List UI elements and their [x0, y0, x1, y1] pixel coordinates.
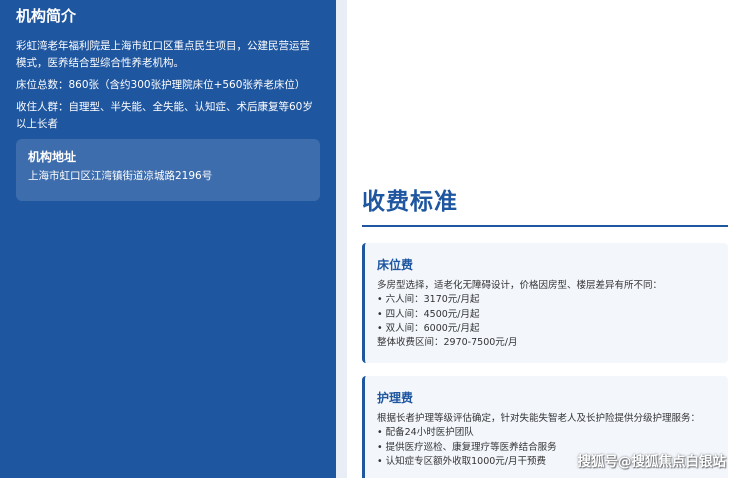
address-title: 机构地址: [28, 150, 77, 164]
fees-title-underline: [362, 225, 728, 227]
intro-title: 机构简介: [16, 7, 77, 25]
care-fee-title: 护理费: [377, 391, 414, 405]
panel-divider: [336, 0, 347, 478]
bed-fee-four-room: • 四人间：4500元/月起: [377, 308, 480, 320]
address-text: 上海市虹口区江湾镇街道凉城路2196号: [28, 170, 213, 182]
bed-fee-card: 床位费 多房型选择，适老化无障碍设计，价格因房型、楼层差异有所不同： • 六人间…: [362, 243, 728, 363]
bed-fee-range: 整体收费区间：2970-7500元/月: [377, 337, 518, 349]
intro-bed-count: 床位总数：860张（含约300张护理院床位+560张养老床位）: [16, 79, 306, 91]
bed-fee-double-room: • 双人间：6000元/月起: [377, 322, 480, 334]
intro-panel: 机构简介 彩虹湾老年福利院是上海市虹口区重点民生项目，公建民营运营模式，医养结合…: [0, 0, 336, 478]
source-watermark: 搜狐号@搜狐焦点白银站: [577, 454, 727, 470]
intro-description: 彩虹湾老年福利院是上海市虹口区重点民生项目，公建民营运营模式，医养结合型综合性养…: [16, 40, 310, 69]
intro-target-group: 收住人群：自理型、半失能、全失能、认知症、术后康复等60岁以上长者: [16, 101, 313, 130]
bed-fee-intro: 多房型选择，适老化无障碍设计，价格因房型、楼层差异有所不同：: [377, 280, 663, 291]
bed-fee-six-room: • 六人间：3170元/月起: [377, 294, 480, 306]
care-fee-intro: 根据长者护理等级评估确定，针对失能失智老人及长护险提供分级护理服务：: [377, 413, 701, 424]
bed-fee-title: 床位费: [377, 258, 414, 272]
address-card: 机构地址 上海市虹口区江湾镇街道凉城路2196号: [16, 139, 320, 201]
fees-panel: 收费标准 床位费 多房型选择，适老化无障碍设计，价格因房型、楼层差异有所不同： …: [347, 0, 740, 478]
care-fee-team: • 配备24小时医护团队: [377, 427, 474, 439]
fees-title: 收费标准: [362, 189, 458, 215]
